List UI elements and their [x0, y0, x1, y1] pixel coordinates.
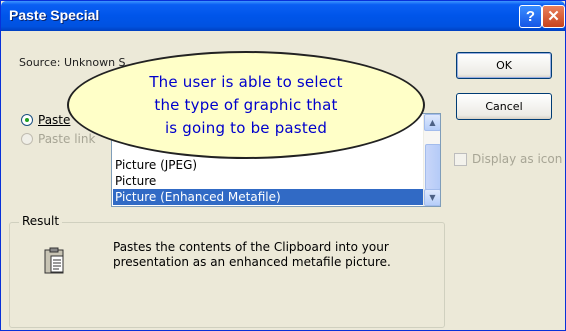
result-description: Pastes the contents of the Clipboard int…: [113, 240, 391, 269]
result-group: [9, 222, 445, 328]
display-as-icon-label: Display as icon: [472, 152, 563, 166]
paste-radio-label: Paste: [38, 113, 71, 127]
window-title: Paste Special: [9, 7, 100, 23]
ok-button[interactable]: OK: [456, 52, 552, 79]
help-button[interactable]: ?: [519, 5, 542, 28]
paste-link-radio-dot: [21, 133, 33, 145]
scroll-up-icon[interactable]: ▲: [424, 114, 440, 131]
callout-line: The user is able to select: [149, 72, 343, 91]
scroll-down-icon[interactable]: ▼: [424, 189, 440, 206]
paste-radio-dot[interactable]: [21, 114, 33, 126]
annotation-callout: The user is able to select the type of g…: [67, 51, 425, 159]
cancel-button[interactable]: Cancel: [456, 93, 552, 120]
list-item-selected[interactable]: Picture (Enhanced Metafile): [113, 189, 425, 205]
checkbox-box: [454, 153, 467, 166]
paste-special-dialog: Paste Special ? ✕ Source: Unknown S OK C…: [0, 0, 566, 331]
list-scrollbar[interactable]: ▲ ▼: [423, 114, 440, 206]
callout-line: the type of graphic that: [154, 95, 338, 114]
list-item[interactable]: Picture: [113, 173, 425, 189]
callout-line: is going to be pasted: [164, 118, 328, 137]
paste-link-radio-label: Paste link: [38, 132, 96, 146]
title-bar[interactable]: Paste Special ? ✕: [1, 1, 565, 31]
clipboard-icon: [44, 247, 64, 274]
list-item[interactable]: Picture (JPEG): [113, 157, 425, 173]
result-legend: Result: [19, 214, 63, 228]
scroll-thumb[interactable]: [425, 144, 440, 190]
close-button[interactable]: ✕: [542, 5, 565, 28]
callout-text: The user is able to select the type of g…: [149, 71, 342, 140]
source-label: Source: Unknown S: [19, 56, 126, 69]
